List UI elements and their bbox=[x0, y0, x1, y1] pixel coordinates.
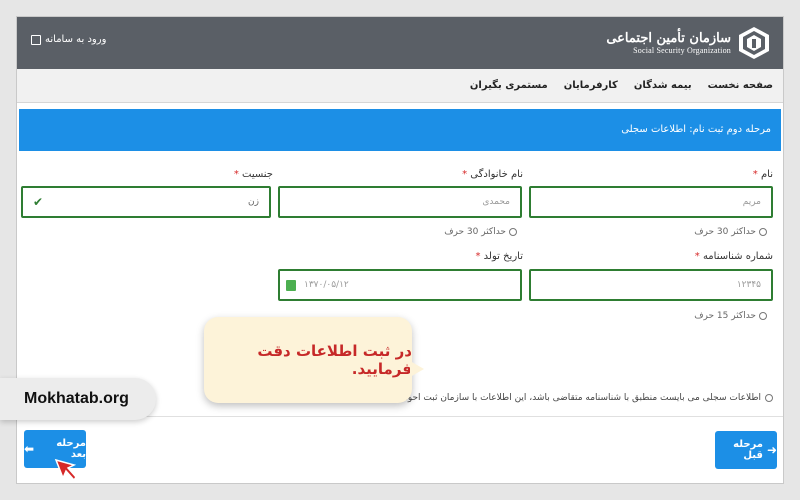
calendar-icon[interactable] bbox=[286, 280, 296, 291]
id-number-field[interactable]: ۱۲۳۴۵ bbox=[529, 269, 773, 301]
id-number-hint: حداکثر 15 حرف bbox=[694, 311, 767, 321]
org-brand[interactable]: سازمان تأمین اجتماعی Social Security Org… bbox=[606, 23, 771, 63]
top-header: ورود به سامانه سازمان تأمین اجتماعی Soci… bbox=[17, 17, 783, 69]
info-icon bbox=[765, 394, 773, 402]
id-number-label: شماره شناسنامه * bbox=[694, 251, 773, 262]
gender-select[interactable]: زن ✔ bbox=[21, 186, 271, 218]
gender-label: جنسیت * bbox=[233, 169, 273, 180]
required-mark: * bbox=[694, 251, 700, 262]
org-name-en: Social Security Organization bbox=[633, 46, 731, 55]
chevron-down-icon: ✔ bbox=[33, 195, 44, 209]
callout-text: در ثبت اطلاعات دقت فرمایید. bbox=[257, 342, 412, 378]
info-icon bbox=[509, 228, 517, 236]
first-name-field[interactable]: مریم bbox=[529, 186, 773, 218]
info-icon bbox=[759, 312, 767, 320]
required-mark: * bbox=[462, 169, 468, 180]
previous-step-button[interactable]: ➜ مرحله قبل bbox=[715, 431, 777, 469]
first-name-hint: حداکثر 30 حرف bbox=[694, 227, 767, 237]
first-name-label: نام * bbox=[752, 169, 773, 180]
login-link[interactable]: ورود به سامانه bbox=[31, 34, 106, 45]
required-mark: * bbox=[752, 169, 758, 180]
main-nav: صفحه نخست بیمه شدگان کارفرمایان مستمری ب… bbox=[17, 69, 783, 103]
pointer-cursor-icon bbox=[54, 458, 76, 482]
required-mark: * bbox=[475, 251, 481, 262]
last-name-hint: حداکثر 30 حرف bbox=[444, 227, 517, 237]
step-title: مرحله دوم ثبت نام: اطلاعات سجلی bbox=[621, 124, 771, 135]
birth-date-label: تاریخ تولد * bbox=[475, 251, 523, 262]
watermark-badge: Mokhatab.org bbox=[0, 378, 156, 420]
arrow-right-icon: ➜ bbox=[766, 443, 777, 457]
org-name-fa: سازمان تأمین اجتماعی bbox=[606, 31, 731, 46]
callout-tooltip: در ثبت اطلاعات دقت فرمایید. bbox=[204, 317, 424, 403]
last-name-field[interactable]: محمدی bbox=[278, 186, 522, 218]
step-title-bar: مرحله دوم ثبت نام: اطلاعات سجلی bbox=[19, 109, 781, 151]
nav-item-employers[interactable]: کارفرمایان bbox=[564, 80, 618, 91]
nav-item-insured[interactable]: بیمه شدگان bbox=[634, 80, 692, 91]
nav-item-pensioners[interactable]: مستمری بگیران bbox=[470, 80, 548, 91]
gender-value: زن bbox=[248, 197, 259, 207]
last-name-label: نام خانوادگی * bbox=[462, 169, 523, 180]
arrow-left-icon: ⬅ bbox=[24, 442, 35, 456]
required-mark: * bbox=[233, 169, 239, 180]
nav-item-home[interactable]: صفحه نخست bbox=[708, 80, 773, 91]
login-label: ورود به سامانه bbox=[45, 34, 107, 45]
birth-date-field[interactable]: ۱۳۷۰/۰۵/۱۲ bbox=[278, 269, 522, 301]
login-icon bbox=[31, 34, 41, 45]
info-icon bbox=[759, 228, 767, 236]
org-logo-icon bbox=[739, 27, 769, 59]
